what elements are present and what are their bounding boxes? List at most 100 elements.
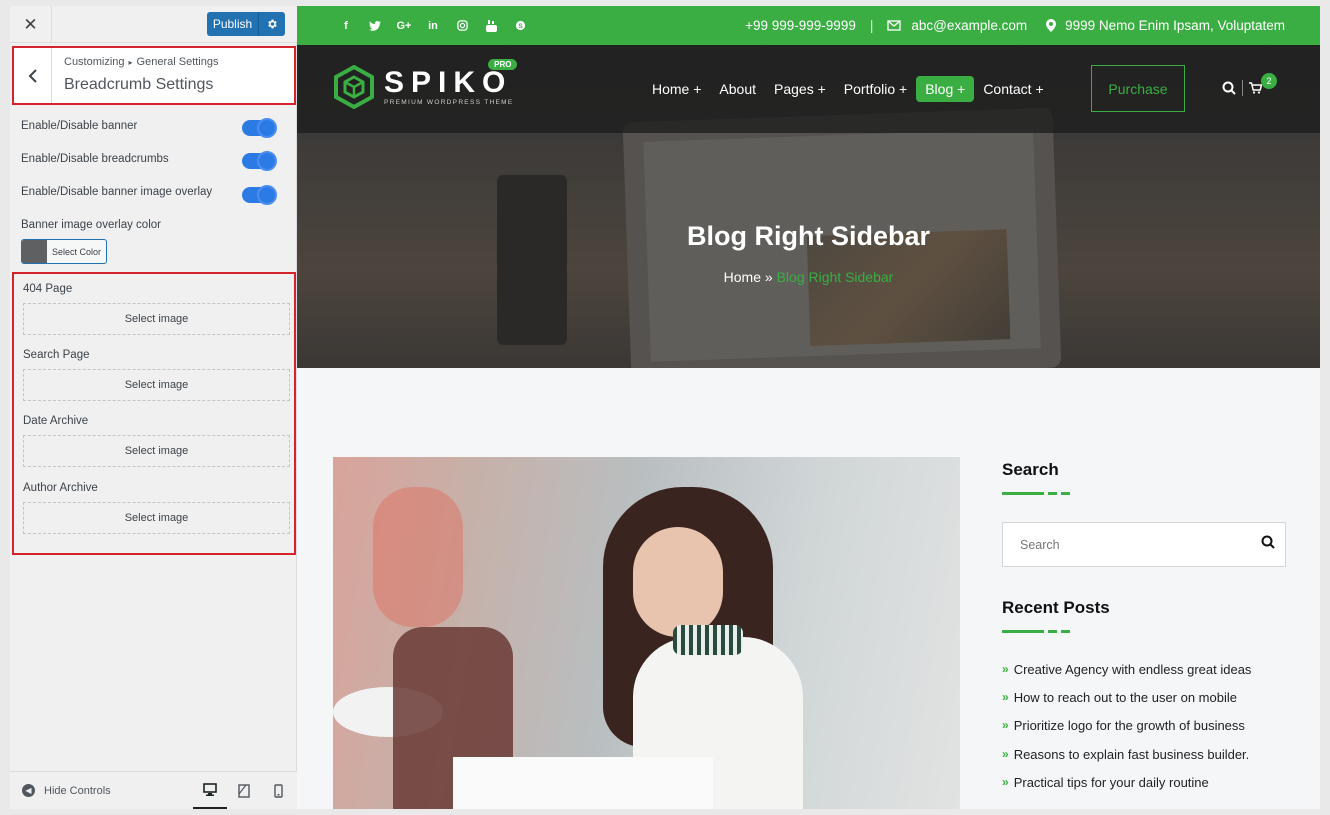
recent-post-link[interactable]: » Reasons to explain fast business builde… [1002, 747, 1251, 775]
section-title: Breadcrumb Settings [64, 76, 214, 93]
hide-controls-button[interactable]: ◀ Hide Controls [22, 784, 111, 797]
youtube-icon[interactable] [482, 17, 500, 35]
close-customizer-button[interactable]: ✕ [10, 6, 52, 43]
toggle-knob [257, 118, 277, 138]
overlay-toggle[interactable] [242, 185, 277, 205]
recent-post-title: How to reach out to the user on mobile [1013, 690, 1237, 706]
menu-item-home[interactable]: Home + [643, 76, 710, 102]
menu-item-blog[interactable]: Blog + [916, 76, 975, 102]
widget-underline [1002, 492, 1070, 495]
underline-bar [1002, 630, 1044, 633]
sidebar-search-input[interactable]: Search [1002, 522, 1286, 567]
breadcrumbs-toggle-label: Enable/Disable breadcrumbs [21, 153, 169, 165]
select-image-button-search[interactable]: Select image [23, 369, 290, 401]
device-desktop-button[interactable] [193, 772, 227, 809]
search-icon[interactable] [1222, 81, 1236, 95]
breadcrumb-home-link[interactable]: Home [724, 269, 761, 285]
purchase-button[interactable]: Purchase [1091, 65, 1185, 112]
underline-dash [1061, 630, 1070, 633]
banner-toggle-label: Enable/Disable banner [21, 120, 138, 132]
publish-button[interactable]: Publish [207, 12, 259, 36]
recent-post-link[interactable]: » How to reach out to the user on mobile [1002, 690, 1251, 718]
hide-controls-label: Hide Controls [44, 784, 111, 797]
info-divider: | [869, 18, 874, 33]
select-image-button-404[interactable]: Select image [23, 303, 290, 335]
logo-name: SPIKO [384, 66, 513, 99]
logo-wordmark: SPIKO PREMIUM WORDPRESS THEME PRO [384, 59, 518, 106]
twitter-icon[interactable] [366, 17, 384, 35]
search-icon [1261, 535, 1275, 549]
double-chevron-right-icon: » [1002, 662, 1009, 676]
publish-settings-button[interactable] [259, 18, 285, 30]
recent-posts-title: Recent Posts [1002, 598, 1110, 617]
underline-bar [1002, 492, 1044, 495]
device-mobile-button[interactable] [261, 772, 295, 809]
site-logo[interactable]: SPIKO PREMIUM WORDPRESS THEME PRO [332, 59, 518, 109]
customizer-footer: ◀ Hide Controls [10, 771, 297, 809]
image-control-label: 404 Page [23, 283, 73, 295]
instagram-icon[interactable] [453, 17, 471, 35]
breadcrumb-current: Blog Right Sidebar [776, 269, 894, 285]
page-breadcrumb: Home » Blog Right Sidebar [297, 269, 1320, 285]
toggle-knob [257, 151, 277, 171]
image-control-label: Search Page [23, 349, 90, 361]
back-button[interactable] [14, 48, 52, 103]
phone-number: +99 999-999-9999 [745, 18, 856, 33]
banner-toggle[interactable] [242, 118, 277, 138]
svg-text:S: S [518, 23, 523, 30]
browser-frame: ✕ Publish Customizing ▸ General Settings B… [10, 6, 1320, 809]
select-image-button-date[interactable]: Select image [23, 435, 290, 467]
primary-menu: Home + About Pages + Portfolio + Blog + … [643, 76, 1053, 102]
recent-post-link[interactable]: » Creative Agency with endless great idea… [1002, 662, 1251, 690]
address: 9999 Nemo Enim Ipsam, Voluptatem [1065, 18, 1285, 33]
recent-post-title: Prioritize logo for the growth of busine… [1013, 718, 1245, 734]
collapse-icon: ◀ [22, 784, 35, 797]
mobile-icon [273, 784, 283, 798]
underline-dash [1048, 492, 1057, 495]
image-face [633, 527, 723, 637]
social-links: f G+ in S [337, 6, 529, 45]
breadcrumb-root: Customizing [64, 56, 125, 68]
menu-item-pages[interactable]: Pages + [765, 76, 835, 102]
linkedin-icon[interactable]: in [424, 17, 442, 35]
double-chevron-right-icon: » [1002, 774, 1009, 789]
page-title: Blog Right Sidebar [687, 221, 930, 251]
skype-icon[interactable]: S [511, 17, 529, 35]
chevron-left-icon [28, 68, 37, 83]
main-navbar: SPIKO PREMIUM WORDPRESS THEME PRO Home +… [297, 45, 1320, 133]
cart-icon[interactable] [1249, 82, 1262, 94]
select-image-button-author[interactable]: Select image [23, 502, 290, 534]
page-banner: SPIKO PREMIUM WORDPRESS THEME PRO Home +… [297, 45, 1320, 368]
tablet-icon [238, 784, 250, 798]
color-swatch [22, 240, 47, 263]
search-submit-button[interactable] [1261, 535, 1275, 554]
image-blob [373, 487, 463, 627]
recent-post-title: Practical tips for your daily routine [1013, 774, 1209, 790]
customizer-panel: ✕ Publish Customizing ▸ General Settings B… [10, 6, 297, 809]
widget-underline [1002, 630, 1070, 633]
breadcrumbs-toggle[interactable] [242, 151, 277, 171]
overlay-color-label: Banner image overlay color [21, 219, 161, 231]
section-header: Customizing ▸ General Settings Breadcrumb … [12, 46, 296, 105]
recent-post-link[interactable]: » Prioritize logo for the growth of busin… [1002, 718, 1251, 746]
map-pin-icon [1046, 19, 1057, 32]
google-plus-icon[interactable]: G+ [395, 17, 413, 35]
facebook-icon[interactable]: f [337, 17, 355, 35]
image-desk [453, 757, 713, 809]
logo-mark-icon [334, 65, 374, 109]
breadcrumb-separator: » [761, 269, 777, 285]
recent-post-link[interactable]: » Practical tips for your daily routine [1002, 775, 1251, 803]
menu-item-about[interactable]: About [710, 76, 765, 102]
select-color-button[interactable]: Select Color [21, 239, 107, 264]
underline-dash [1048, 630, 1057, 633]
device-tablet-button[interactable] [227, 772, 261, 809]
site-preview: f G+ in S +99 999-999-9999 | abc@example… [297, 6, 1320, 809]
image-controls-group: 404 Page Select image Search Page Select… [12, 272, 296, 555]
post-featured-image[interactable] [333, 457, 960, 809]
search-widget-title: Search [1002, 460, 1059, 479]
menu-item-contact[interactable]: Contact + [974, 76, 1052, 102]
email-address[interactable]: abc@example.com [911, 18, 1027, 33]
double-chevron-right-icon: » [1002, 718, 1009, 733]
menu-item-portfolio[interactable]: Portfolio + [835, 76, 916, 102]
customizer-breadcrumb: Customizing ▸ General Settings [64, 56, 218, 68]
